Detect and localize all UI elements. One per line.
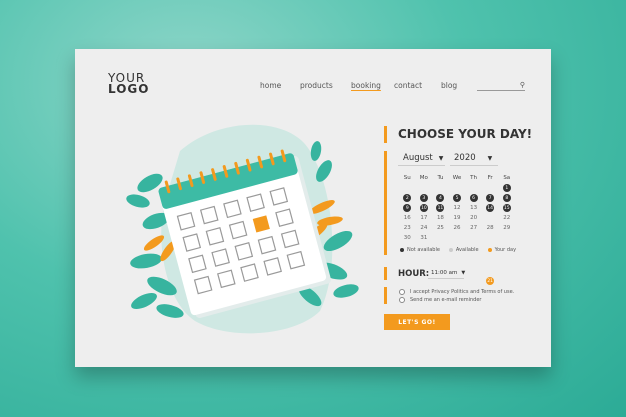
- search-input[interactable]: ⚲: [477, 81, 525, 91]
- chevron-down-icon: ▼: [461, 270, 466, 276]
- empty-day: [449, 183, 466, 193]
- day-available[interactable]: 29: [498, 223, 515, 233]
- reminder-checkbox[interactable]: Send me an e-mail reminder: [399, 297, 481, 303]
- empty-day: [465, 233, 482, 243]
- hour-value: 11:00 am: [431, 270, 458, 276]
- day-available[interactable]: 27: [465, 223, 482, 233]
- weekday-label: We: [452, 175, 462, 181]
- empty-day: [498, 233, 515, 243]
- day-available[interactable]: 23: [399, 223, 416, 233]
- day-not-available: 15: [502, 204, 511, 212]
- privacy-text: I accept Privacy Politics and Terms of u…: [410, 289, 515, 295]
- reminder-text: Send me an e-mail reminder: [410, 297, 482, 303]
- empty-day: [449, 233, 466, 243]
- checkbox-circle[interactable]: [399, 289, 405, 295]
- day-available[interactable]: 28: [482, 223, 499, 233]
- day-available[interactable]: 24: [416, 223, 433, 233]
- nav-products[interactable]: products: [300, 81, 333, 90]
- day-not-available: 2: [399, 193, 416, 203]
- chevron-down-icon: ▼: [438, 155, 444, 162]
- legend-your-day: Your day: [487, 247, 516, 253]
- landing-card: YOUR LOGO home products booking contact …: [75, 49, 551, 367]
- day-available[interactable]: 20: [465, 213, 482, 223]
- day-not-available: 1: [498, 183, 515, 193]
- day-available[interactable]: 13: [465, 203, 482, 213]
- hour-accent: [384, 267, 387, 280]
- day-not-available: 7: [482, 193, 499, 203]
- year-select[interactable]: 2020 ▼: [454, 153, 492, 163]
- search-icon[interactable]: ⚲: [520, 81, 525, 89]
- day-not-available: 6: [465, 193, 482, 203]
- day-available[interactable]: 18: [432, 213, 449, 223]
- empty-day: [482, 233, 499, 243]
- day-available[interactable]: 31: [416, 233, 433, 243]
- day-available[interactable]: 26: [449, 223, 466, 233]
- month-select[interactable]: August ▼: [403, 153, 443, 163]
- hour-select[interactable]: 11:00 am ▼: [431, 270, 465, 276]
- options-accent: [384, 287, 387, 304]
- day-available[interactable]: 19: [449, 213, 466, 223]
- day-not-available: 9: [399, 203, 416, 213]
- title-accent: [384, 126, 387, 143]
- weekday-label: Tu: [437, 175, 444, 181]
- day-available[interactable]: 12: [449, 203, 466, 213]
- logo-line-2: LOGO: [108, 82, 150, 96]
- calendar-accent: [384, 151, 387, 255]
- day-selected[interactable]: 21: [482, 213, 499, 285]
- empty-day: [416, 183, 433, 193]
- weekday-header: Su Mo Tu We Th Fr Sa: [399, 173, 515, 183]
- calendar-illustration: [126, 124, 359, 334]
- day-not-available: 10: [419, 204, 428, 212]
- legend-not-available: Not available: [400, 247, 440, 253]
- legend-available: Available: [448, 247, 479, 253]
- day-available[interactable]: 25: [432, 223, 449, 233]
- calendar-week: 1: [399, 183, 515, 193]
- empty-day: [465, 183, 482, 193]
- hour-underline: [428, 278, 464, 279]
- calendar-legend: Not available Available Your day: [400, 247, 516, 253]
- day-not-available: 3: [416, 193, 433, 203]
- empty-day: [432, 183, 449, 193]
- weekday-label: Fr: [487, 175, 493, 181]
- calendar-week: 30 31: [399, 233, 515, 243]
- year-value: 2020: [454, 153, 476, 163]
- empty-day: [399, 183, 416, 193]
- privacy-checkbox[interactable]: I accept Privacy Politics and Terms of u…: [399, 289, 514, 295]
- nav-blog[interactable]: blog: [441, 81, 457, 90]
- month-value: August: [403, 153, 433, 163]
- day-available[interactable]: 17: [416, 213, 433, 223]
- checkbox-circle[interactable]: [399, 297, 405, 303]
- weekday-label: Sa: [503, 175, 511, 181]
- month-underline: [398, 165, 445, 166]
- day-available[interactable]: 22: [498, 213, 515, 223]
- nav-booking[interactable]: booking: [351, 81, 381, 90]
- day-available[interactable]: 30: [399, 233, 416, 243]
- logo[interactable]: YOUR LOGO: [108, 72, 150, 96]
- empty-day: [432, 233, 449, 243]
- empty-day: [482, 183, 499, 193]
- nav-contact[interactable]: contact: [394, 81, 422, 90]
- weekday-label: Mo: [419, 175, 428, 181]
- weekday-label: Su: [403, 175, 411, 181]
- lets-go-button[interactable]: LET'S GO!: [384, 314, 450, 330]
- booking-title: CHOOSE YOUR DAY!: [398, 127, 533, 141]
- day-not-available: 11: [436, 204, 445, 212]
- calendar-week: 16 17 18 19 20 21 22: [399, 213, 515, 285]
- calendar-week: 2345678: [399, 193, 515, 203]
- day-not-available: 14: [486, 204, 495, 212]
- day-not-available: 5: [449, 193, 466, 203]
- day-not-available: 8: [498, 193, 515, 203]
- nav-home[interactable]: home: [260, 81, 281, 90]
- year-underline: [450, 165, 498, 166]
- chevron-down-icon: ▼: [487, 155, 493, 162]
- hour-label: HOUR:: [398, 269, 430, 279]
- calendar-week: 9 10 11 12 13 14 15: [399, 203, 515, 213]
- weekday-label: Th: [470, 175, 478, 181]
- calendar-grid: Su Mo Tu We Th Fr Sa 1 2 3 4 5 6 7 8 9 10 11 12 13 14 15 16 17 1…: [399, 173, 515, 285]
- day-available[interactable]: 16: [399, 213, 416, 223]
- calendar-week: 23 24 25 26 27 28 29: [399, 223, 515, 233]
- day-not-available: 4: [432, 193, 449, 203]
